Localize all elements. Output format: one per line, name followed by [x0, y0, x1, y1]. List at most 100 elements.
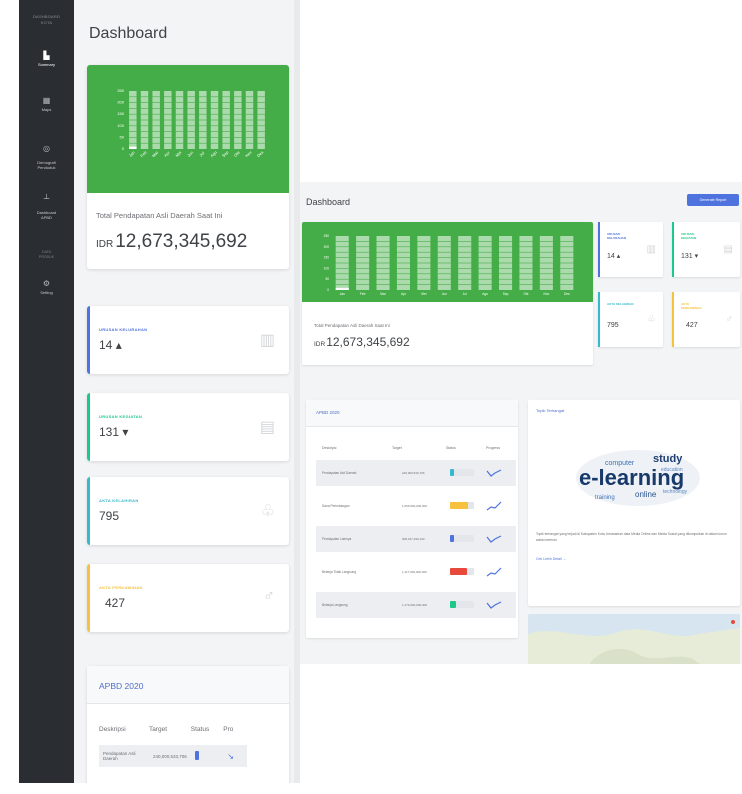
- x-tick-label: Jan: [340, 292, 345, 296]
- row-target: 240,000,533,706: [402, 471, 425, 475]
- stat-card-akta-perkawinan[interactable]: AKTA PERKAWINAN 427 ♂: [87, 564, 289, 632]
- map-pin-icon[interactable]: [731, 620, 735, 624]
- stat-label: AKTA PERKAWINAN: [681, 302, 702, 310]
- status-fill: [450, 568, 467, 575]
- sidebar-item-dashboard-apbd[interactable]: ┴ Dashboard APBD: [19, 190, 74, 221]
- stat-accent-bar: [672, 292, 674, 347]
- y-tick-label: 100: [117, 123, 124, 128]
- x-tick-label: Mei: [421, 292, 426, 296]
- row-target: 240,000,533,706: [149, 745, 191, 767]
- baby-icon: ♧: [260, 503, 275, 520]
- trend-down-icon: ▾: [694, 253, 699, 260]
- stat-card-akta-kelahiran[interactable]: AKTA KELAHIRAN 795 ♧: [87, 477, 289, 545]
- stat-label: AKTA PERKAWINAN: [99, 585, 143, 590]
- progress-sparkline-icon: [486, 469, 502, 477]
- stat-accent-bar: [672, 222, 674, 277]
- row-target: 1,056,500,000,000: [402, 504, 428, 508]
- desktop-stat-akta-kelahiran[interactable]: AKTA KELAHIRAN 795 ♧: [598, 292, 663, 347]
- sidebar-item-label: Demografi Penduduk: [37, 160, 56, 170]
- table-row[interactable]: Pendapatan Asli Daerah 240,000,533,706 ↘: [99, 745, 248, 767]
- word-technology: technology: [663, 489, 688, 495]
- x-tick-label: Nov: [544, 292, 550, 296]
- x-tick-label: Apr: [163, 150, 171, 158]
- income-amount: 12,673,345,692: [115, 231, 248, 252]
- status-track: [450, 502, 474, 509]
- bar[interactable]: [335, 287, 349, 290]
- sidebar-item-setting[interactable]: ⚙ Setting: [19, 280, 74, 296]
- building-icon: ▥: [646, 244, 656, 255]
- sidebar-brand[interactable]: DASHBOARD KOTA: [19, 14, 74, 26]
- row-description: Pendapatan Asli Daerah: [322, 471, 357, 475]
- word-education: education: [661, 467, 683, 473]
- calendar-icon: ▤: [723, 244, 733, 255]
- desktop-page-title: Dashboard: [306, 197, 351, 207]
- stat-label: AKTA KELAHIRAN: [607, 302, 634, 306]
- col-header: Status: [446, 446, 456, 450]
- row-progress: ↘: [223, 745, 248, 767]
- status-track: [450, 568, 474, 575]
- row-target: 1,117,000,000,000: [402, 570, 427, 574]
- stat-accent-bar: [598, 222, 600, 277]
- mobile-sidebar: DASHBOARD KOTA ▙ Summary ▦ Maps ◎ Demogr…: [19, 0, 74, 783]
- topic-detail-link[interactable]: Cek Lebih Detail →: [536, 557, 566, 561]
- x-tick-label: Jun: [442, 292, 447, 296]
- stat-accent-bar: [87, 306, 90, 374]
- income-bar-chart: 250 200 150 100 50 0Jan Feb Mar Apr Mei Jun Jul Agu S…: [117, 88, 265, 159]
- map-panel[interactable]: [528, 614, 740, 664]
- sidebar-item-label: Dashboard APBD: [36, 210, 57, 220]
- status-fill: [450, 601, 456, 608]
- word-online: online: [635, 490, 657, 499]
- sidebar-item-maps[interactable]: ▦ Maps: [19, 97, 74, 113]
- y-tick-label: 150: [324, 256, 330, 260]
- sidebar-item-demografi[interactable]: ◎ Demografi Penduduk: [19, 140, 74, 171]
- topic-description: Topik terhangat yang terjadi di Kabupate…: [536, 532, 727, 542]
- table-row[interactable]: Belanja Tidak Langsung 1,117,000,000,000: [316, 559, 516, 585]
- sidebar-item-label: Maps: [41, 107, 52, 112]
- stat-label: URUSAN KEGIATAN: [681, 232, 697, 240]
- income-chart: 250 200 150 100 50 0 Jan Feb Mar Apr Mei Jun Jul Agu S…: [87, 65, 289, 193]
- table-row[interactable]: Belanja Langsung 1,170,000,000,000: [316, 592, 516, 618]
- x-tick-label: Agu: [209, 150, 218, 159]
- stat-number: 14: [99, 338, 113, 352]
- status-track: [450, 469, 474, 476]
- stat-value: 14 ▴: [607, 252, 620, 260]
- x-tick-label: Feb: [139, 149, 148, 158]
- topic-title: Topik Terhangat: [536, 408, 565, 413]
- table-row[interactable]: Pendapatan Asli Daerah 240,000,533,706: [316, 460, 516, 486]
- stat-value: 427: [105, 596, 126, 610]
- x-tick-label: Sep: [221, 149, 230, 158]
- stat-value: 14 ▴: [99, 338, 122, 352]
- desktop-stat-akta-perkawinan[interactable]: AKTA PERKAWINAN 427 ♂: [672, 292, 740, 347]
- generate-report-button[interactable]: Generate Report: [687, 194, 739, 206]
- stat-label: URUSAN KEGIATAN: [99, 414, 143, 419]
- sitemap-icon: ┴: [43, 194, 50, 203]
- stat-value: 795: [607, 322, 619, 329]
- desktop-income-card: 250 200 150 100 50 0 Jan Feb Mar Apr Mei Jun Jul Agu S…: [302, 222, 593, 365]
- income-currency: IDR: [96, 239, 114, 250]
- x-tick-label: Mar: [151, 149, 160, 158]
- apbd-table-mobile: Deskripsi Target Status Pro Pendapatan A…: [99, 726, 248, 767]
- y-tick-label: 0: [122, 146, 125, 151]
- stat-card-kelurahan[interactable]: URUSAN KELURAHAN 14 ▴ ▥: [87, 306, 289, 374]
- stat-card-kegiatan[interactable]: URUSAN KEGIATAN 131 ▾ ▤: [87, 393, 289, 461]
- table-row[interactable]: Dana Perimbangan 1,056,500,000,000: [316, 493, 516, 519]
- apbd-title: APBD 2020: [87, 666, 289, 704]
- sidebar-item-summary[interactable]: ▙ Summary: [19, 52, 74, 68]
- map-graphic: [528, 620, 740, 664]
- col-header: Pro: [223, 726, 234, 733]
- desktop-stat-kelurahan[interactable]: URUSAN KELURAHAN 14 ▴ ▥: [598, 222, 663, 277]
- stat-value: 427: [686, 322, 698, 329]
- status-fill: [450, 469, 455, 476]
- desktop-stat-kegiatan[interactable]: URUSAN KEGIATAN 131 ▾ ▤: [672, 222, 740, 277]
- bar[interactable]: [129, 146, 137, 149]
- col-header: Target: [392, 446, 402, 450]
- stat-number: 14: [607, 253, 615, 260]
- progress-sparkline-icon: [486, 601, 502, 609]
- x-tick-label: Sep: [503, 292, 509, 296]
- y-tick-label: 250: [117, 88, 124, 93]
- stat-accent-bar: [87, 393, 90, 461]
- row-description: Dana Perimbangan: [322, 504, 350, 508]
- x-tick-label: Okt: [233, 149, 242, 158]
- table-row[interactable]: Pendapatan Lainnya 308,017,490,133: [316, 526, 516, 552]
- status-fill: [450, 502, 468, 509]
